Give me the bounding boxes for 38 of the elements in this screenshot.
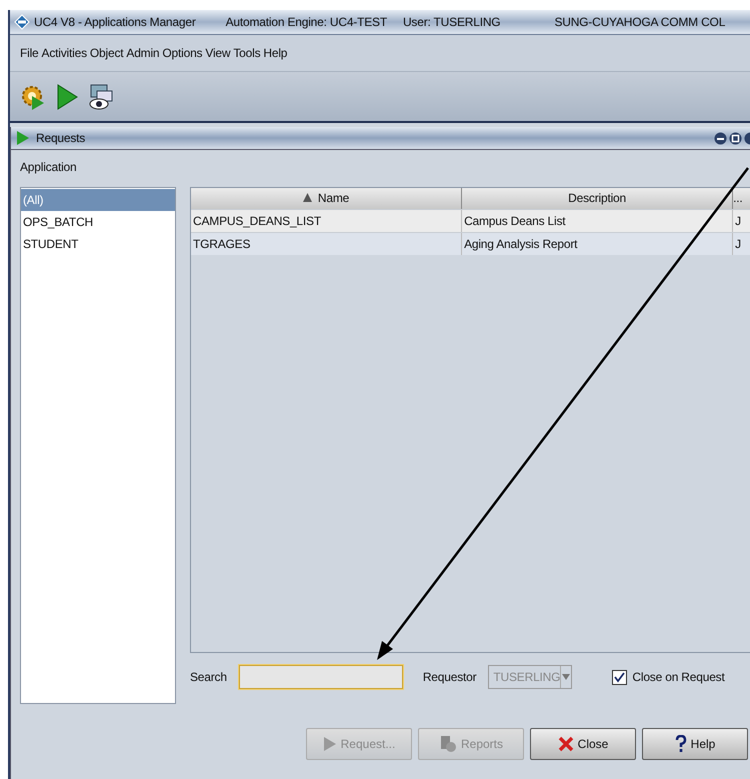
- sort-ascending-icon: [302, 193, 312, 202]
- maximize-icon[interactable]: [729, 132, 742, 144]
- search-field[interactable]: [238, 665, 403, 689]
- dialog-button[interactable]: Help: [642, 728, 748, 760]
- help-icon: [674, 735, 687, 753]
- panel-title: Requests: [36, 131, 86, 145]
- play-icon: [16, 130, 30, 146]
- close-on-request-checkbox[interactable]: [612, 670, 628, 684]
- menu-item[interactable]: Activities: [42, 46, 87, 60]
- menu-item[interactable]: Tools: [233, 46, 260, 60]
- application-item[interactable]: STUDENT: [21, 233, 175, 255]
- play-icon: [322, 736, 337, 752]
- user-label: User: TUSERLING: [402, 15, 500, 29]
- search-label: Search: [190, 670, 227, 684]
- table-cell: J: [733, 233, 750, 255]
- close-on-request-label: Close on Request: [632, 670, 725, 684]
- app-logo-icon: [14, 14, 30, 30]
- application-label: Application: [20, 160, 77, 176]
- menu-item[interactable]: File: [20, 46, 39, 60]
- menu-item[interactable]: Options: [162, 46, 202, 60]
- menu-item[interactable]: View: [205, 46, 230, 60]
- window-title: UC4 V8 - Applications Manager: [34, 15, 196, 29]
- requestor-label: Requestor: [422, 670, 476, 684]
- menu-item[interactable]: Object: [90, 46, 124, 60]
- table-cell: TGRAGES: [191, 233, 462, 255]
- dropdown-arrow-icon[interactable]: [562, 674, 570, 680]
- gear-play-icon[interactable]: [20, 84, 46, 110]
- document-clock-icon: [438, 735, 457, 753]
- dialog-button[interactable]: Close: [530, 728, 636, 760]
- menu-item[interactable]: Help: [263, 46, 288, 60]
- client-label: SUNG-CUYAHOGA COMM COL: [554, 15, 726, 29]
- table-cell: Aging Analysis Report: [462, 233, 734, 255]
- minimize-icon[interactable]: [714, 132, 727, 144]
- engine-label: Automation Engine: UC4-TEST: [226, 15, 387, 29]
- menu-item[interactable]: Admin: [126, 46, 160, 60]
- application-item[interactable]: OPS_BATCH: [21, 211, 175, 233]
- play-icon[interactable]: [56, 84, 78, 110]
- monitor-eye-icon[interactable]: [88, 82, 114, 110]
